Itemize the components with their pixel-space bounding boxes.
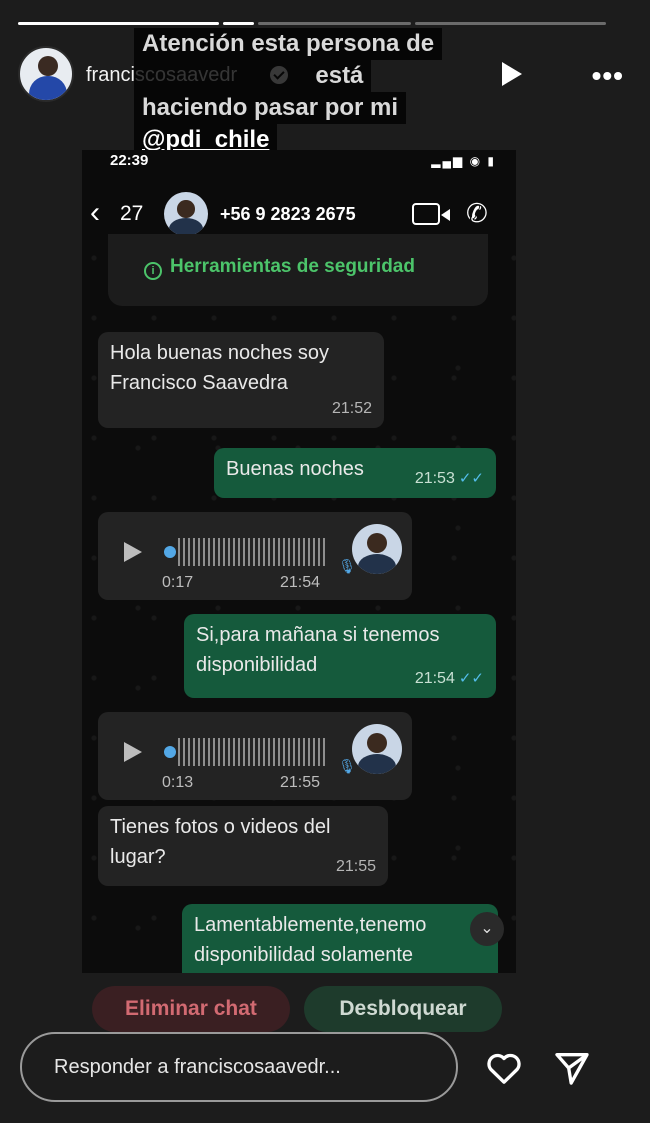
more-options-icon[interactable]: ••• — [592, 60, 624, 92]
message-time-wrap: 21:53 ✓✓ — [415, 464, 484, 494]
back-chevron-icon: ‹ — [90, 196, 100, 229]
voice-duration: 0:13 — [162, 774, 194, 791]
progress-segment — [18, 22, 220, 25]
waveform — [178, 538, 326, 566]
message-text: Tienes fotos o videos del lugar? — [110, 816, 331, 868]
security-label-text: Herramientas de seguridad — [170, 256, 415, 277]
voice-duration: 0:17 — [162, 574, 194, 591]
voice-time: 21:54 — [280, 574, 321, 591]
story-text-overlay: Atención esta persona de está haciendo p… — [134, 28, 494, 156]
incoming-message: Tienes fotos o videos del lugar? 21:55 — [98, 806, 388, 886]
scroll-down-chevron-icon: ⌄ — [470, 912, 504, 946]
delete-chat-button: Eliminar chat — [92, 986, 290, 1032]
outgoing-message: Si,para mañana si tenemos disponibilidad… — [184, 614, 496, 698]
avatar[interactable] — [18, 46, 74, 102]
mic-icon: 🎙 — [338, 758, 356, 774]
voice-play-icon — [124, 742, 142, 762]
heart-icon[interactable] — [484, 1048, 524, 1088]
voice-avatar-body — [358, 554, 396, 574]
send-icon[interactable] — [552, 1048, 592, 1088]
voice-message: 0:17 21:54 🎙 — [98, 512, 412, 600]
story-viewer: franciscosaavedr ••• Atención esta perso… — [0, 0, 650, 1123]
message-time: 21:55 — [335, 858, 376, 875]
message-text: Si,para mañana si tenemos disponibilidad — [196, 624, 440, 676]
chat-area: i Herramientas de seguridad Hola buenas n… — [82, 234, 516, 973]
whatsapp-screenshot: 22:39 ▂▄▆ ◉ ▮ ‹ 27 +56 9 2823 2675 ✆ i He… — [82, 150, 516, 973]
unread-count: 27 — [120, 202, 144, 225]
message-time: 21:54 — [414, 670, 455, 687]
video-call-icon — [412, 203, 450, 225]
voice-avatar-head — [367, 733, 387, 753]
progress-segment — [258, 22, 412, 25]
read-ticks-icon: ✓✓ — [458, 670, 484, 687]
overlay-line: está — [134, 60, 372, 92]
story-progress — [18, 22, 606, 25]
status-icons: ▂▄▆ ◉ ▮ — [431, 154, 496, 168]
security-label: i Herramientas de seguridad — [144, 256, 415, 280]
mic-icon: 🎙 — [338, 558, 356, 574]
voice-play-icon — [124, 542, 142, 562]
voice-avatar — [352, 524, 402, 574]
message-text: Hola buenas noches soy Francisco Saavedr… — [110, 342, 330, 394]
overlay-line: haciendo pasar por mi — [134, 92, 407, 124]
voice-avatar-body — [358, 754, 396, 774]
outgoing-message: Buenas noches 21:53 ✓✓ — [214, 448, 496, 498]
waveform — [178, 738, 326, 766]
contact-avatar-head — [177, 199, 195, 218]
phone-call-icon: ✆ — [466, 198, 488, 228]
voice-progress-dot — [164, 746, 176, 758]
incoming-message: Hola buenas noches soy Francisco Saavedr… — [98, 332, 384, 428]
status-time: 22:39 — [110, 152, 149, 169]
security-banner: i Herramientas de seguridad — [108, 234, 488, 306]
message-text: Buenas noches — [226, 458, 364, 480]
contact-phone: +56 9 2823 2675 — [220, 204, 356, 224]
voice-avatar — [352, 724, 402, 774]
unblock-button: Desbloquear — [304, 986, 502, 1032]
outgoing-message: Lamentablemente,tenemo disponibilidad so… — [182, 904, 498, 973]
message-time: 21:53 — [414, 470, 455, 487]
avatar-body — [29, 76, 67, 100]
read-ticks-icon: ✓✓ — [458, 470, 484, 487]
chat-header: ‹ 27 +56 9 2823 2675 ✆ — [82, 188, 516, 240]
voice-avatar-head — [367, 533, 387, 553]
voice-time: 21:55 — [280, 774, 321, 791]
message-time-wrap: 21:54 ✓✓ — [415, 664, 484, 694]
message-text: Lamentablemente,tenemo disponibilidad so… — [194, 914, 427, 966]
progress-segment — [415, 22, 606, 25]
play-icon[interactable] — [502, 62, 522, 86]
message-time: 21:52 — [331, 400, 372, 417]
overlay-line: Atención esta persona de — [134, 28, 443, 60]
avatar-head — [38, 56, 58, 76]
info-icon: i — [144, 262, 162, 280]
voice-progress-dot — [164, 546, 176, 558]
voice-message: 0:13 21:55 🎙 — [98, 712, 412, 800]
progress-segment — [223, 22, 255, 25]
contact-avatar — [164, 192, 208, 236]
reply-input[interactable] — [20, 1032, 458, 1102]
